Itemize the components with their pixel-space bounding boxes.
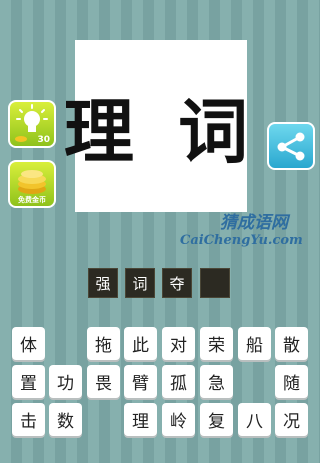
letter-tile[interactable]: 复 — [200, 403, 233, 436]
letter-tile[interactable]: 臂 — [124, 365, 157, 398]
free-coins-button[interactable]: 免费金币 — [8, 160, 56, 208]
letter-tile[interactable]: 理 — [124, 403, 157, 436]
letter-tile[interactable]: 此 — [124, 327, 157, 360]
share-button[interactable] — [267, 122, 315, 170]
letter-tile[interactable]: 功 — [49, 365, 82, 398]
share-icon — [277, 132, 305, 161]
letter-tile[interactable]: 随 — [275, 365, 308, 398]
letter-tile[interactable]: 散 — [275, 327, 308, 360]
watermark-chinese: 猜成语网 — [220, 213, 288, 233]
letter-tile[interactable]: 急 — [200, 365, 233, 398]
letter-tile[interactable]: 体 — [12, 327, 45, 360]
free-coins-label: 免费金币 — [18, 196, 46, 204]
letter-tile[interactable]: 置 — [12, 365, 45, 398]
puzzle-image: 理 词 — [64, 40, 248, 212]
letter-tile[interactable]: 船 — [238, 327, 271, 360]
answer-slot[interactable] — [200, 268, 230, 298]
hint-button[interactable]: 30 — [8, 100, 56, 148]
letter-tile[interactable]: 八 — [238, 403, 271, 436]
answer-slot[interactable]: 词 — [125, 268, 155, 298]
letter-tile[interactable]: 畏 — [87, 365, 120, 398]
letter-tile[interactable]: 拖 — [87, 327, 120, 360]
letter-tile[interactable]: 孤 — [162, 365, 195, 398]
hint-count: 30 — [37, 135, 50, 145]
puzzle-text: 理 词 — [63, 89, 259, 173]
letter-tile[interactable]: 击 — [12, 403, 45, 436]
letter-tile[interactable]: 数 — [49, 403, 82, 436]
answer-slot[interactable]: 夺 — [162, 268, 192, 298]
answer-slot[interactable]: 强 — [88, 268, 118, 298]
letter-tile[interactable]: 荣 — [200, 327, 233, 360]
letter-tile[interactable]: 况 — [275, 403, 308, 436]
letter-tile[interactable]: 对 — [162, 327, 195, 360]
letter-tile[interactable]: 岭 — [162, 403, 195, 436]
watermark-url: CaiChengYu.com — [180, 233, 303, 248]
